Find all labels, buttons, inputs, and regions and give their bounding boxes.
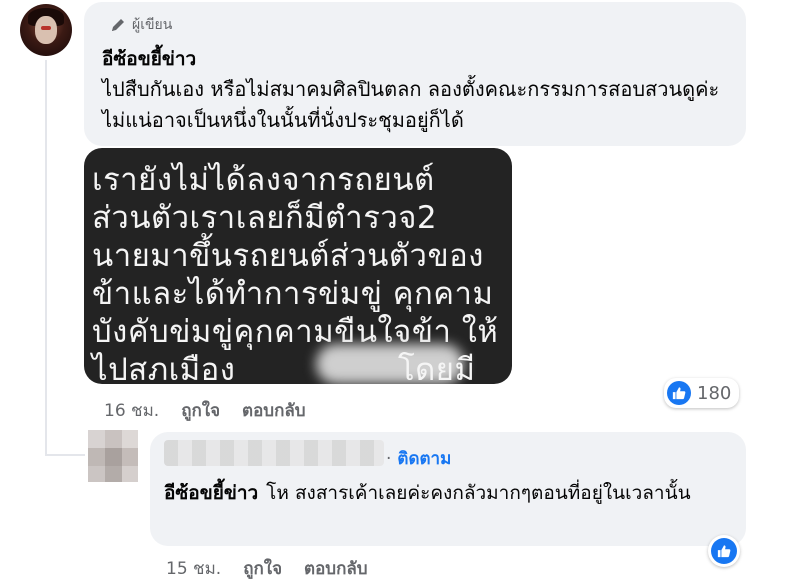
reply-button[interactable]: ตอบกลับ [242, 397, 306, 424]
thumbs-up-icon [711, 538, 737, 564]
reply-bubble: · ติดตาม อีซ้อขยี้ข่าว โห สงสารเค้าเลยค่ะค… [150, 432, 746, 546]
comment-bubble: ผู้เขียน อีซ้อขยี้ข่าว ไปสืบกันเอง หรือไ… [84, 2, 746, 146]
author-badge: ผู้เขียน [110, 14, 172, 36]
reply-avatar[interactable] [88, 430, 138, 482]
reply-time[interactable]: 15 ชม. [166, 555, 221, 582]
reply-like-button[interactable]: ถูกใจ [243, 555, 282, 582]
comment-time[interactable]: 16 ชม. [104, 397, 159, 424]
thread-line-vertical [45, 60, 47, 456]
comment-image[interactable]: เรายังไม่ได้ลงจากรถยนต์ ส่วนตัวเราเลยก็ม… [84, 148, 512, 384]
reaction-count: 180 [697, 382, 732, 404]
blurred-username[interactable] [164, 440, 384, 466]
pen-icon [112, 19, 124, 31]
thumbs-up-icon [667, 381, 691, 405]
image-text-line: ไปสภเมือง [92, 352, 236, 384]
comment-actions: 16 ชม. ถูกใจ ตอบกลับ [104, 397, 306, 424]
follow-button[interactable]: · ติดตาม [386, 445, 451, 472]
reaction-summary[interactable]: 180 [664, 378, 740, 408]
comment-author-name[interactable]: อีซ้อขยี้ข่าว [102, 44, 196, 74]
reply-actions: 15 ชม. ถูกใจ ตอบกลับ [166, 555, 368, 582]
like-button[interactable]: ถูกใจ [181, 397, 220, 424]
mention-link[interactable]: อีซ้อขยี้ข่าว [164, 482, 258, 504]
author-badge-label: ผู้เขียน [132, 17, 173, 33]
reply-reply-button[interactable]: ตอบกลับ [304, 555, 368, 582]
reply-text: โห สงสารเค้าเลยค่ะคงกลัวมากๆตอนที่อยู่ใน… [266, 482, 691, 504]
reply-text-block: อีซ้อขยี้ข่าว โห สงสารเค้าเลยค่ะคงกลัวมาก… [164, 478, 734, 508]
follow-label[interactable]: ติดตาม [397, 449, 451, 469]
image-text-line: โดยมี [398, 352, 476, 384]
comment-text: ไปสืบกันเอง หรือไม่สมาคมศิลปินตลก ลองตั้… [102, 77, 720, 132]
avatar[interactable] [20, 4, 72, 56]
reply-reaction[interactable] [708, 535, 740, 567]
thread-line-horizontal [45, 454, 85, 456]
